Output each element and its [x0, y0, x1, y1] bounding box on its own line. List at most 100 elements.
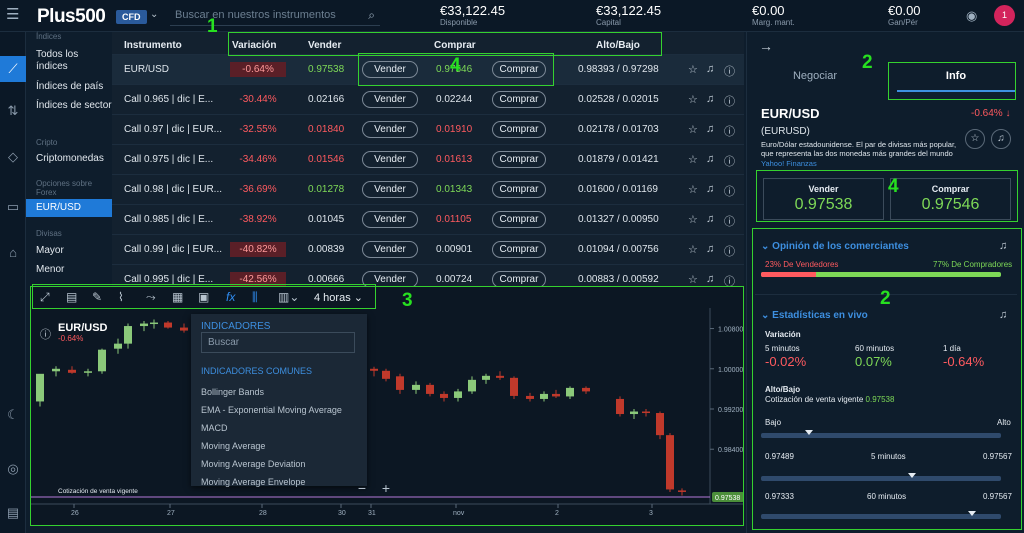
cat-sector-indices[interactable]: Índices de sector: [36, 100, 112, 112]
sell-button[interactable]: Vender: [362, 241, 418, 258]
buy-button[interactable]: Comprar: [492, 91, 546, 108]
cat-all-indices[interactable]: Todos los índices: [36, 49, 112, 73]
cat-crypto[interactable]: Criptomonedas: [36, 153, 112, 165]
col-sell[interactable]: Vender: [308, 40, 341, 51]
notification-avatar[interactable]: 1: [994, 5, 1015, 26]
indicator-item[interactable]: EMA - Exponential Moving Average: [201, 405, 342, 415]
buy-button[interactable]: Comprar: [492, 241, 546, 258]
info-icon[interactable]: ⓘ: [724, 63, 735, 79]
instrument-name[interactable]: Call 0.98 | dic | EUR...: [124, 184, 222, 195]
col-range[interactable]: Alto/Bajo: [596, 40, 640, 51]
live-stats-header[interactable]: ⌄ Estadísticas en vivo: [761, 310, 868, 321]
instrument-name[interactable]: Call 0.965 | dic | E...: [124, 94, 213, 105]
cat-country-indices[interactable]: Índices de país: [36, 81, 112, 93]
indicator-item[interactable]: MACD: [201, 423, 228, 433]
bell-icon[interactable]: ♫: [706, 123, 714, 135]
star-icon[interactable]: ☆: [688, 243, 698, 256]
star-icon[interactable]: ☆: [688, 123, 698, 136]
chevron-down-icon[interactable]: ⌄: [150, 9, 158, 20]
bell-icon[interactable]: ♫: [706, 63, 714, 75]
star-icon[interactable]: ☆: [965, 129, 985, 149]
star-icon[interactable]: ☆: [688, 93, 698, 106]
indicator-item[interactable]: Moving Average: [201, 441, 265, 451]
sell-button[interactable]: Vender: [362, 181, 418, 198]
trend-icon[interactable]: ⤳: [146, 290, 156, 305]
search-input[interactable]: Buscar en nuestros instrumentos ⌕: [170, 6, 380, 26]
table-row[interactable]: Call 0.965 | dic | E... -30.44% 0.02166 Ven…: [112, 84, 744, 114]
instrument-name[interactable]: Call 0.99 | dic | EUR...: [124, 244, 222, 255]
bell-icon[interactable]: ♫: [706, 213, 714, 225]
cat-minor[interactable]: Menor: [36, 264, 112, 276]
star-icon[interactable]: ☆: [688, 63, 698, 76]
chat-icon[interactable]: ▤: [0, 500, 26, 526]
moon-icon[interactable]: ☾: [0, 402, 26, 428]
indicator-item[interactable]: Moving Average Deviation: [201, 459, 305, 469]
arrow-right-icon[interactable]: →: [759, 38, 773, 54]
bell-icon[interactable]: ♫: [706, 243, 714, 255]
info-icon[interactable]: ⓘ: [724, 153, 735, 169]
star-icon[interactable]: ☆: [688, 273, 698, 286]
tag-nav-icon[interactable]: ◇: [0, 144, 26, 170]
alert-bell-icon[interactable]: ♫: [999, 240, 1007, 252]
info-icon[interactable]: ⓘ: [724, 183, 735, 199]
sell-button[interactable]: Vender: [362, 91, 418, 108]
target-icon[interactable]: ◎: [0, 456, 26, 482]
bell-icon[interactable]: ♫: [706, 153, 714, 165]
cat-eurusd[interactable]: EUR/USD: [26, 199, 112, 217]
instrument-name[interactable]: Call 0.985 | dic | E...: [124, 214, 213, 225]
instrument-name[interactable]: Call 0.995 | dic | E...: [124, 274, 213, 285]
info-icon[interactable]: ⓘ: [724, 93, 735, 109]
news-icon[interactable]: ▤: [66, 290, 77, 304]
buy-button[interactable]: Comprar 0.97546: [890, 178, 1011, 220]
star-icon[interactable]: ☆: [688, 213, 698, 226]
table-row[interactable]: EUR/USD -0.64% 0.97538 Vender 0.97546 Comprar…: [112, 54, 744, 84]
layout-grid-icon[interactable]: ▦: [172, 290, 183, 304]
yahoo-link[interactable]: Yahoo! Finanzas: [761, 159, 817, 168]
tab-info[interactable]: Info: [895, 70, 1017, 82]
buy-button[interactable]: Comprar: [492, 121, 546, 138]
bell-icon[interactable]: ♫: [706, 183, 714, 195]
search-icon[interactable]: ⌕: [368, 8, 375, 23]
buy-button[interactable]: Comprar: [492, 211, 546, 228]
star-icon[interactable]: ☆: [688, 153, 698, 166]
table-row[interactable]: Call 0.99 | dic | EUR... -40.82% 0.00839 Ve…: [112, 234, 744, 264]
table-row[interactable]: Call 0.98 | dic | EUR... -36.69% 0.01278 Ve…: [112, 174, 744, 204]
zoom-in-icon[interactable]: +: [377, 480, 395, 496]
indicator-item[interactable]: Bollinger Bands: [201, 387, 264, 397]
indicators-search[interactable]: Buscar: [201, 332, 355, 353]
buy-button[interactable]: Comprar: [492, 151, 546, 168]
sentiment-header[interactable]: ⌄ Opinión de los comerciantes: [761, 241, 909, 252]
info-icon[interactable]: ⓘ: [40, 326, 51, 342]
col-instrument[interactable]: Instrumento: [124, 40, 182, 51]
star-icon[interactable]: ☆: [688, 183, 698, 196]
info-icon[interactable]: ⓘ: [724, 243, 735, 259]
bell-icon[interactable]: ♫: [706, 273, 714, 285]
cat-major[interactable]: Mayor: [36, 245, 112, 257]
cfd-badge[interactable]: CFD: [116, 10, 147, 24]
sell-button[interactable]: Vender 0.97538: [763, 178, 884, 220]
table-row[interactable]: Call 0.97 | dic | EUR... -32.55% 0.01840 Ve…: [112, 114, 744, 144]
bell-icon[interactable]: ♫: [991, 129, 1011, 149]
sell-button[interactable]: Vender: [362, 151, 418, 168]
col-change[interactable]: Variación: [232, 40, 276, 51]
menu-icon[interactable]: ☰: [6, 7, 20, 22]
bell-icon[interactable]: ♫: [706, 93, 714, 105]
sell-button[interactable]: Vender: [362, 61, 418, 78]
zoom-out-icon[interactable]: −: [353, 480, 371, 496]
table-row[interactable]: Call 0.985 | dic | E... -38.92% 0.01045 Ven…: [112, 204, 744, 234]
chart-nav-icon[interactable]: ⟋: [0, 56, 26, 82]
info-icon[interactable]: ⓘ: [724, 213, 735, 229]
buy-button[interactable]: Comprar: [492, 61, 546, 78]
calendar-icon[interactable]: ▥⌄: [278, 290, 299, 304]
instrument-name[interactable]: Call 0.975 | dic | E...: [124, 154, 213, 165]
alert-bell-icon[interactable]: ♫: [999, 309, 1007, 321]
sell-button[interactable]: Vender: [362, 121, 418, 138]
wallet-nav-icon[interactable]: ▭: [0, 194, 26, 220]
timeframe-select[interactable]: 4 horas ⌄: [314, 291, 363, 304]
compare-icon[interactable]: ⫼: [252, 290, 258, 305]
buy-button[interactable]: Comprar: [492, 181, 546, 198]
instrument-name[interactable]: Call 0.97 | dic | EUR...: [124, 124, 222, 135]
positions-nav-icon[interactable]: ⇅: [0, 98, 26, 124]
sell-button[interactable]: Vender: [362, 211, 418, 228]
hide-eye-icon[interactable]: ◉: [966, 8, 977, 24]
